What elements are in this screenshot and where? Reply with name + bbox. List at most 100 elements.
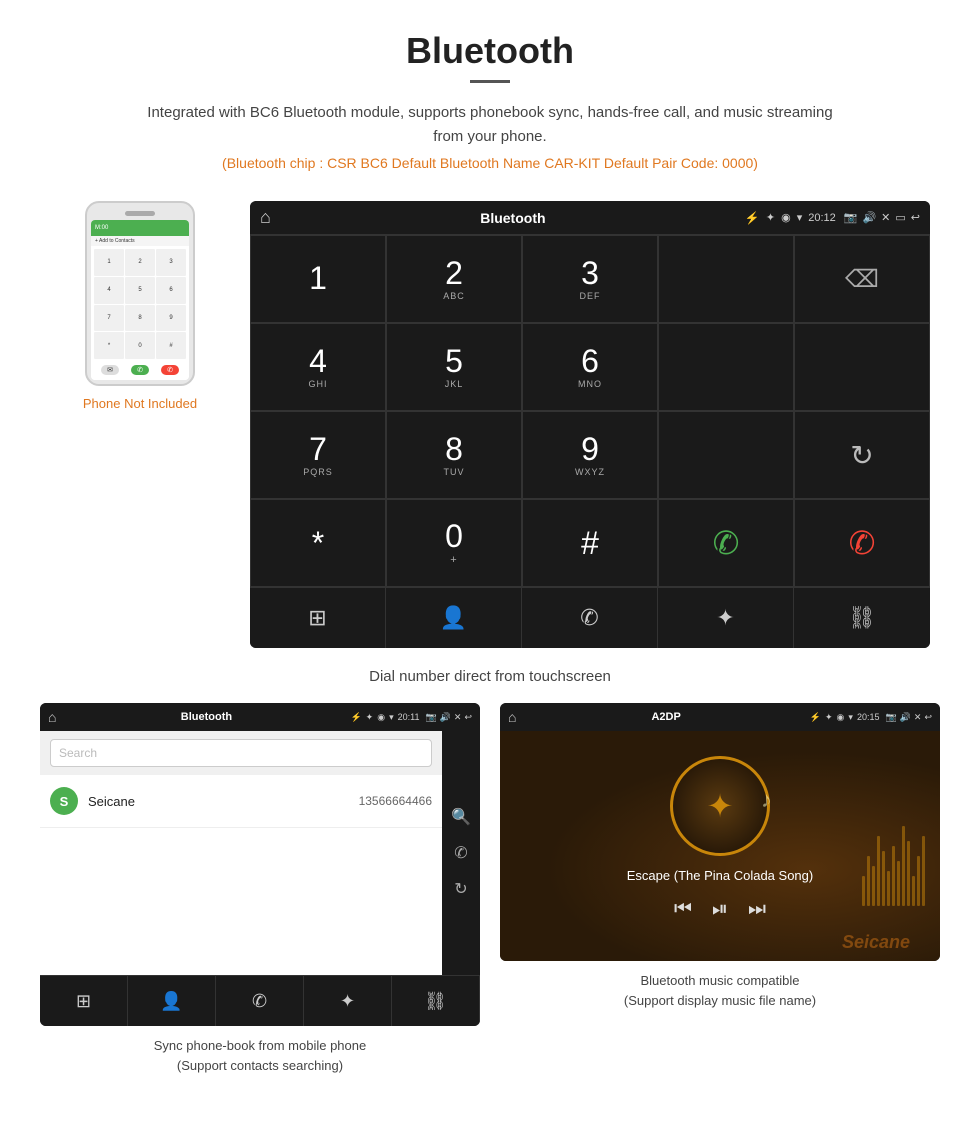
dial-key-1[interactable]: 1: [250, 235, 386, 323]
dial-call-button[interactable]: ✆: [658, 499, 794, 587]
watermark: Seicane: [842, 932, 910, 953]
dial-backspace[interactable]: ⌫: [794, 235, 930, 323]
contacts-nav-bt[interactable]: ✦: [304, 976, 392, 1026]
contacts-screen-wrapper: ⌂ Bluetooth ⚡ ✦ ◉ ▾ 20:11 📷 🔊 ✕ ↩: [40, 703, 480, 1075]
dial-key-8[interactable]: 8 TUV: [386, 411, 522, 499]
eq-bars: [862, 761, 925, 906]
phone-key: 8: [125, 305, 155, 332]
contacts-bt-icon: ✦: [366, 712, 374, 723]
contacts-body-wrap: Search S Seicane 13566664466: [40, 731, 480, 975]
nav-phone-btn[interactable]: ✆: [522, 588, 658, 648]
music-controls: ⏮ ⏯ ⏭: [674, 898, 766, 921]
contacts-vol-icon: 🔊: [440, 712, 451, 723]
page-description: Integrated with BC6 Bluetooth module, su…: [140, 101, 840, 149]
search-bar[interactable]: Search: [50, 739, 432, 767]
dial-refresh[interactable]: ↻: [794, 411, 930, 499]
search-container: Search: [40, 731, 442, 775]
nav-grid-btn[interactable]: ⊞: [250, 588, 386, 648]
contacts-close-icon[interactable]: ✕: [454, 712, 462, 723]
music-wifi-icon: ▾: [848, 712, 853, 723]
dial-key-hash[interactable]: #: [522, 499, 658, 587]
contacts-nav-person[interactable]: 👤: [128, 976, 216, 1026]
phone-btn-green: ✆: [131, 365, 149, 375]
location-icon: ◉: [781, 211, 791, 224]
music-back-icon[interactable]: ↩: [924, 712, 932, 723]
dial-key-star[interactable]: *: [250, 499, 386, 587]
page-header: Bluetooth Integrated with BC6 Bluetooth …: [0, 0, 980, 201]
call-green-icon: ✆: [713, 524, 740, 562]
contacts-home-icon[interactable]: ⌂: [48, 709, 56, 725]
music-time: 20:15: [857, 712, 880, 722]
dial-key-9[interactable]: 9 WXYZ: [522, 411, 658, 499]
phone-speaker: [125, 211, 155, 216]
dialpad-title: Bluetooth: [281, 210, 745, 226]
music-album-art: ✦ ♪: [670, 756, 770, 856]
music-vol-icon: 🔊: [900, 712, 911, 723]
contacts-loc-icon: ◉: [377, 712, 385, 723]
contacts-status-icons: ✦ ◉ ▾ 20:11: [366, 712, 420, 723]
wifi-icon: ▾: [797, 211, 803, 224]
contacts-main-body: Search S Seicane 13566664466: [40, 731, 442, 975]
title-underline: [470, 80, 510, 83]
phone-screen: M:00 + Add to Contacts 1 2 3 4 5 6 7 8 9…: [91, 220, 189, 380]
dial-key-4[interactable]: 4 GHI: [250, 323, 386, 411]
contacts-cam-icon: 📷: [425, 712, 436, 723]
dial-key-3[interactable]: 3 DEF: [522, 235, 658, 323]
contacts-refresh-icon[interactable]: ↻: [454, 879, 467, 899]
phone-key: #: [156, 332, 186, 359]
prev-button[interactable]: ⏮: [674, 898, 692, 921]
contacts-nav-link[interactable]: ⛓: [392, 976, 480, 1026]
dial-key-7[interactable]: 7 PQRS: [250, 411, 386, 499]
dial-key-0[interactable]: 0 +: [386, 499, 522, 587]
phone-key: 4: [94, 277, 124, 304]
contacts-search-icon[interactable]: 🔍: [451, 807, 471, 827]
phone-key: *: [94, 332, 124, 359]
contacts-nav-grid[interactable]: ⊞: [40, 976, 128, 1026]
contacts-phone-icon[interactable]: ✆: [454, 843, 467, 863]
dial-end-button[interactable]: ✆: [794, 499, 930, 587]
music-bt-logo: ✦: [707, 787, 734, 825]
status-time: 20:12: [808, 212, 836, 224]
dial-display: [658, 235, 794, 323]
volume-icon: 🔊: [862, 211, 876, 224]
dialpad-statusbar: ⌂ Bluetooth ⚡ ✦ ◉ ▾ 20:12 📷 🔊 ✕ ▭ ↩: [250, 201, 930, 235]
phone-key: 0: [125, 332, 155, 359]
nav-link-btn[interactable]: ⛓: [794, 588, 930, 648]
dial-key-2[interactable]: 2 ABC: [386, 235, 522, 323]
contacts-nav-phone[interactable]: ✆: [216, 976, 304, 1026]
contact-phone: 13566664466: [359, 794, 432, 808]
nav-bt-btn[interactable]: ✦: [658, 588, 794, 648]
contacts-back-icon[interactable]: ↩: [464, 712, 472, 723]
music-home-icon[interactable]: ⌂: [508, 709, 516, 725]
contact-item[interactable]: S Seicane 13566664466: [40, 775, 442, 828]
music-close-icon[interactable]: ✕: [914, 712, 922, 723]
contacts-time: 20:11: [398, 712, 420, 722]
dialpad-screen: ⌂ Bluetooth ⚡ ✦ ◉ ▾ 20:12 📷 🔊 ✕ ▭ ↩ 1: [250, 201, 930, 648]
nav-contacts-btn[interactable]: 👤: [386, 588, 522, 648]
search-placeholder: Search: [59, 746, 97, 760]
home-icon[interactable]: ⌂: [260, 207, 271, 228]
dial-key-6[interactable]: 6 MNO: [522, 323, 658, 411]
phone-not-included-label: Phone Not Included: [83, 396, 197, 411]
next-button[interactable]: ⏭: [748, 898, 766, 921]
phone-key: 7: [94, 305, 124, 332]
playpause-button[interactable]: ⏯: [712, 898, 728, 921]
music-screen-wrapper: ⌂ A2DP ⚡ ✦ ◉ ▾ 20:15 📷 🔊 ✕ ↩: [500, 703, 940, 1075]
lower-screenshots: ⌂ Bluetooth ⚡ ✦ ◉ ▾ 20:11 📷 🔊 ✕ ↩: [0, 703, 980, 1095]
music-song-title: Escape (The Pina Colada Song): [627, 868, 813, 883]
phone-key: 9: [156, 305, 186, 332]
dialpad-grid: 1 2 ABC 3 DEF ⌫ 4 GHI 5 JKL: [250, 235, 930, 587]
phone-key: 1: [94, 249, 124, 276]
music-note-icon: ♪: [761, 787, 772, 813]
phone-screen-header: M:00: [91, 220, 189, 236]
back-icon[interactable]: ↩: [911, 211, 920, 224]
contacts-side-icons: 🔍 ✆ ↻: [442, 731, 480, 975]
main-screenshot-area: M:00 + Add to Contacts 1 2 3 4 5 6 7 8 9…: [0, 201, 980, 658]
phone-btn-red: ✆: [161, 365, 179, 375]
close-icon[interactable]: ✕: [881, 211, 890, 224]
music-body: ✦ ♪ Escape (The Pina Colada Song) ⏮ ⏯ ⏭ …: [500, 731, 940, 961]
dial-empty-1: [658, 323, 794, 411]
page-title: Bluetooth: [20, 30, 960, 72]
dial-key-5[interactable]: 5 JKL: [386, 323, 522, 411]
music-bt-icon: ✦: [825, 712, 833, 723]
